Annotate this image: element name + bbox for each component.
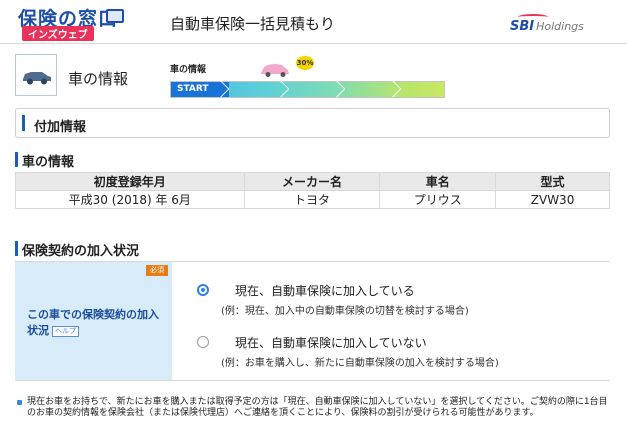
logo-sub-text: インズウェブ [22,26,94,41]
brand-mark: SBI [510,19,535,34]
section-title: 付加情報 [34,120,87,135]
option-note: (例：現在、加入中の自動車保険の切替を検討する場合) [221,306,469,317]
section-accent [22,115,25,131]
table-cell: 平成30 (2018) 年 6月 [15,190,245,209]
radio-not-insured[interactable] [197,336,209,348]
window-icon [106,9,124,23]
option-note: (例：お車を購入し、新たに自動車保険の加入を検討する場合) [221,358,499,369]
column-header: 型式 [495,172,610,191]
progress-indicator: 車の情報 30% START [170,56,445,98]
status-label-cell: 必須 この車での保険契約の加入状況 ヘルプ [15,262,172,380]
progress-bar: START [170,80,445,98]
table-cell: ZVW30 [495,190,610,209]
chevron-right-icon [272,80,290,98]
column-header: 車名 [379,172,497,191]
status-question-text: この車での保険契約の加入状況 [27,308,159,337]
table-row: 平成30 (2018) 年 6月 トヨタ プリウス ZVW30 [15,190,610,209]
column-header: 初度登録年月 [15,172,245,191]
mini-car-icon [261,64,289,77]
chevron-right-icon [384,80,402,98]
car-info-heading: 車の情報 [15,151,74,170]
chevron-right-icon [328,80,346,98]
table-cell: プリウス [379,190,497,209]
insurance-status-panel: 必須 この車での保険契約の加入状況 ヘルプ 現在、自動車保険に加入している (例：… [15,261,610,381]
car-icon [23,72,51,85]
page-header: 保険の窓口 インズウェブ 自動車保険一括見積もり SBI Holdings [0,0,627,44]
help-link[interactable]: ヘルプ [52,325,79,337]
footer-note: 現在お車をお持ちで、新たにお車を購入または取得予定の方は「現在、自動車保険に加入… [17,397,612,419]
option-label[interactable]: 現在、自動車保険に加入していない [235,334,427,351]
car-info-table: 初度登録年月 メーカー名 車名 型式 平成30 (2018) 年 6月 トヨタ … [15,172,610,209]
brand-text: Holdings [536,20,584,33]
percent-badge: 30% [296,56,314,70]
brand-logo: SBI Holdings [510,19,584,34]
step-progress-area: 車の情報 車の情報 30% START [0,52,627,100]
table-header-row: 初度登録年月 メーカー名 車名 型式 [15,172,610,191]
required-badge: 必須 [146,265,168,276]
section-header: 付加情報 [15,108,610,138]
option-label[interactable]: 現在、自動車保険に加入している [235,282,415,299]
progress-caption: 車の情報 [170,65,207,75]
page-title: 自動車保険一括見積もり [170,15,336,33]
logo[interactable]: 保険の窓口 インズウェブ [10,3,135,41]
car-icon-box [15,54,57,96]
column-header: メーカー名 [243,172,381,191]
radio-insured[interactable] [197,284,209,296]
status-question: この車での保険契約の加入状況 ヘルプ [27,307,167,339]
insurance-heading: 保険契約の加入状況 [15,240,139,259]
current-step-label: 車の情報 [68,70,129,88]
table-cell: トヨタ [243,190,381,209]
